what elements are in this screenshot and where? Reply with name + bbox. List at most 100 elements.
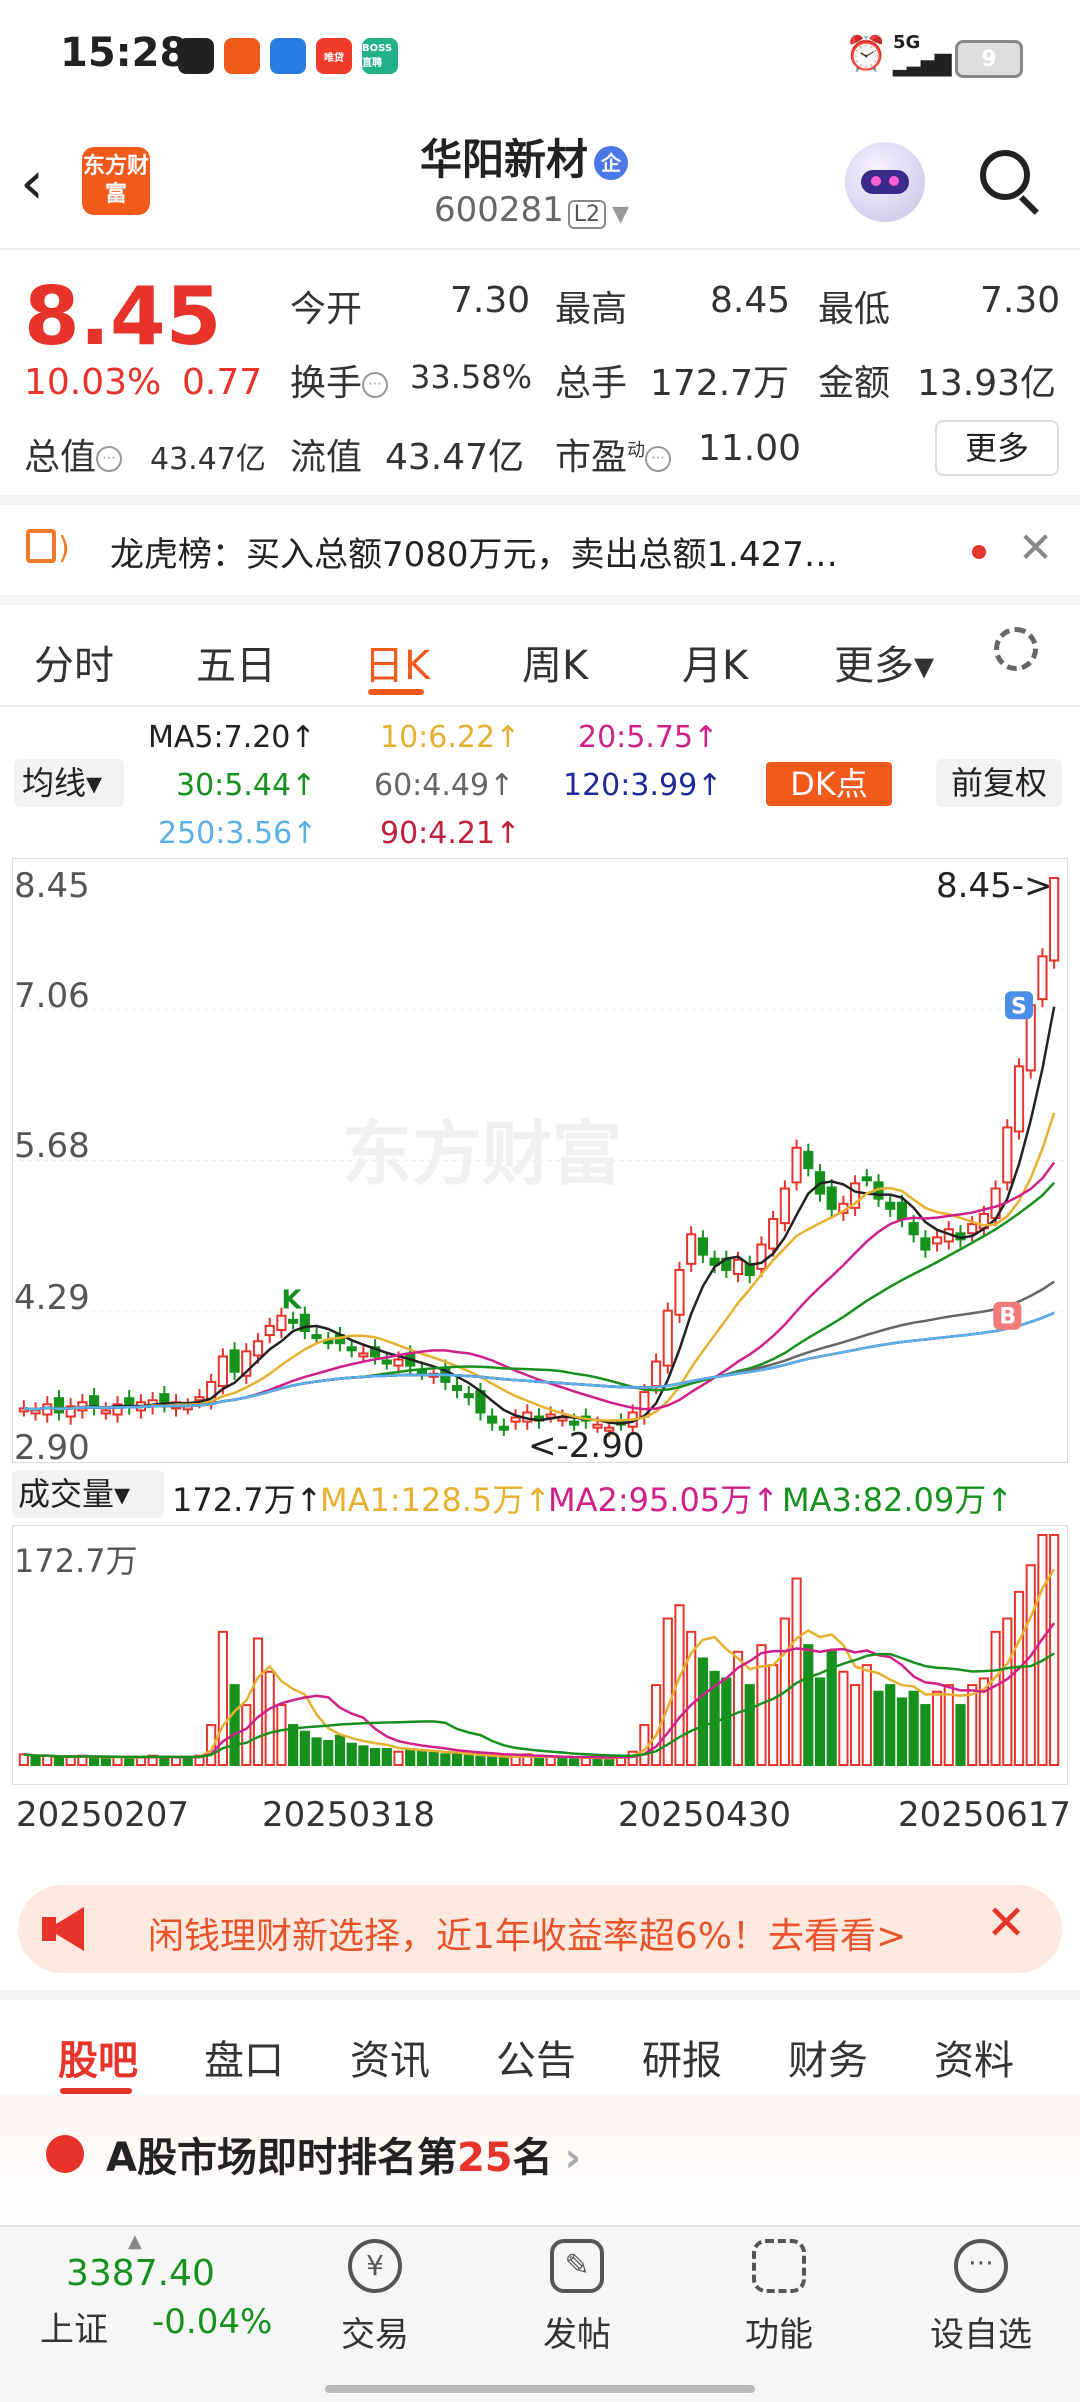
volume-bar <box>697 1657 709 1766</box>
close-icon[interactable]: ✕ <box>1018 523 1053 572</box>
expand-up-icon[interactable]: ▲ <box>128 2231 142 2252</box>
candle-body <box>861 1176 872 1182</box>
tab-research[interactable]: 研报 <box>642 2028 722 2086</box>
nav-post[interactable]: ✎ 发帖 <box>517 2239 637 2356</box>
tab-monthly-k[interactable]: 月K <box>682 633 748 691</box>
tab-intraday[interactable]: 分时 <box>34 633 114 691</box>
candlestick-chart[interactable]: 东方财富 S B K <box>12 858 1068 1463</box>
candle-body <box>53 1397 65 1414</box>
news-text[interactable]: 龙虎榜：买入总额7080万元，卖出总额1.427… <box>110 527 838 576</box>
dk-point-button[interactable]: DK点 <box>766 762 892 806</box>
app-logo[interactable]: 东方财富 <box>82 147 150 215</box>
tab-announcements[interactable]: 公告 <box>496 2028 576 2086</box>
volume-bar <box>931 1690 943 1766</box>
candle-body <box>393 1358 404 1367</box>
home-indicator[interactable] <box>325 2385 755 2393</box>
float-label: 流值 <box>290 437 363 478</box>
alarm-icon: ⏰ <box>845 34 888 74</box>
volume-indicator-selector[interactable]: 成交量▾ <box>12 1470 164 1518</box>
promo-banner[interactable]: 闲钱理财新选择，近1年收益率超6%！去看看> ✕ <box>18 1885 1062 1973</box>
sound-wave-icon: ) <box>58 531 70 566</box>
candle-body <box>931 1236 943 1245</box>
candle-body <box>288 1318 299 1324</box>
chart-period-tabs: 分时 五日 日K 周K 月K 更多▾ <box>0 605 1080 707</box>
ma-selector[interactable]: 均线▾ <box>14 759 124 807</box>
volume-bar <box>873 1690 884 1766</box>
tab-order-book[interactable]: 盘口 <box>204 2028 284 2086</box>
promo-text[interactable]: 闲钱理财新选择，近1年收益率超6%！去看看> <box>148 1907 906 1959</box>
pe-label-text: 市盈 <box>555 437 628 478</box>
candle-body <box>756 1243 767 1270</box>
volume-value-label: 172.7万↑ <box>172 1481 323 1519</box>
tab-profile[interactable]: 资料 <box>934 2028 1014 2086</box>
ma20-label: 20:5.75↑ <box>578 720 719 755</box>
low-value: 7.30 <box>980 280 1061 321</box>
index-value[interactable]: 3387.40 <box>66 2253 215 2294</box>
nav-add-watchlist[interactable]: ⋯ 设自选 <box>921 2239 1041 2356</box>
volume-max-label: 172.7万 <box>14 1542 138 1580</box>
ma20-line <box>23 1161 1056 1411</box>
volume-bar <box>885 1684 896 1767</box>
volume-chart[interactable] <box>12 1525 1068 1785</box>
settings-gear-icon[interactable] <box>994 627 1038 671</box>
tab-forum[interactable]: 股吧 <box>58 2028 138 2086</box>
candle-body <box>194 1396 205 1402</box>
volume-bar <box>475 1756 486 1766</box>
market-rank-row[interactable]: A股市场即时排名第25名 › <box>0 2095 1080 2225</box>
candle-body <box>42 1403 53 1416</box>
mktcap-value: 43.47亿 <box>150 442 266 477</box>
tab-five-day[interactable]: 五日 <box>196 633 276 691</box>
volume-bar <box>955 1704 966 1767</box>
low-label: 最低 <box>818 289 891 330</box>
active-section-indicator <box>60 2088 132 2094</box>
info-icon[interactable]: ⋯ <box>362 372 389 398</box>
float-value: 43.47亿 <box>385 437 525 478</box>
back-icon[interactable]: ‹ <box>20 148 44 218</box>
turnover-label: 换手 ⋯ <box>290 354 389 406</box>
close-icon[interactable]: ✕ <box>986 1895 1026 1951</box>
ma60-label: 60:4.49↑ <box>374 768 515 803</box>
volume-label: 总手 <box>555 363 628 404</box>
change-percent: 10.03% <box>24 362 162 403</box>
tab-more[interactable]: 更多▾ <box>834 633 934 691</box>
nav-functions[interactable]: 功能 <box>719 2239 839 2356</box>
news-ticker[interactable]: ) 龙虎榜：买入总额7080万元，卖出总额1.427… ✕ <box>0 505 1080 605</box>
tab-daily-k[interactable]: 日K <box>364 633 430 691</box>
info-icon[interactable]: ⋯ <box>96 446 123 472</box>
nav-trade[interactable]: ¥ 交易 <box>315 2239 435 2356</box>
volume-bar <box>791 1577 802 1766</box>
volume-bar <box>487 1756 498 1766</box>
candle-body <box>791 1146 802 1184</box>
grid-icon <box>752 2239 806 2293</box>
candle-body <box>1037 955 1048 1001</box>
index-name[interactable]: 上证 <box>40 2302 108 2351</box>
buy-signal-icon: B <box>993 1301 1022 1330</box>
high-value: 8.45 <box>710 280 791 321</box>
amount-value: 13.93亿 <box>917 363 1057 404</box>
status-time: 15:28 <box>60 30 188 76</box>
volume-bar <box>334 1734 346 1766</box>
battery-icon: 9 <box>955 40 1023 78</box>
index-change[interactable]: -0.04% <box>152 2302 272 2342</box>
pe-value: 11.00 <box>698 428 802 469</box>
search-icon[interactable] <box>980 150 1030 200</box>
tab-financials[interactable]: 财务 <box>788 2028 868 2086</box>
robot-avatar-icon[interactable] <box>845 142 925 222</box>
tab-news[interactable]: 资讯 <box>350 2028 430 2086</box>
candle-body <box>217 1355 228 1387</box>
candle-body <box>662 1309 673 1367</box>
y-tick-label: 5.68 <box>14 1126 90 1166</box>
candle-body <box>358 1352 369 1358</box>
volume-bar <box>100 1757 111 1766</box>
y-tick-label: 4.29 <box>14 1278 90 1318</box>
paper-plane-app-icon <box>224 38 260 74</box>
volume-bar <box>30 1756 41 1766</box>
stock-code[interactable]: 600281 L2 ▼ <box>434 190 629 230</box>
volume-bar <box>814 1677 826 1766</box>
adjust-selector[interactable]: 前复权 <box>936 759 1062 807</box>
more-button[interactable]: 更多 <box>935 420 1059 476</box>
tab-weekly-k[interactable]: 周K <box>522 633 588 691</box>
info-icon[interactable]: ⋯ <box>645 446 672 472</box>
volume-bar <box>229 1684 240 1767</box>
x-tick-label: 20250207 <box>16 1795 190 1835</box>
